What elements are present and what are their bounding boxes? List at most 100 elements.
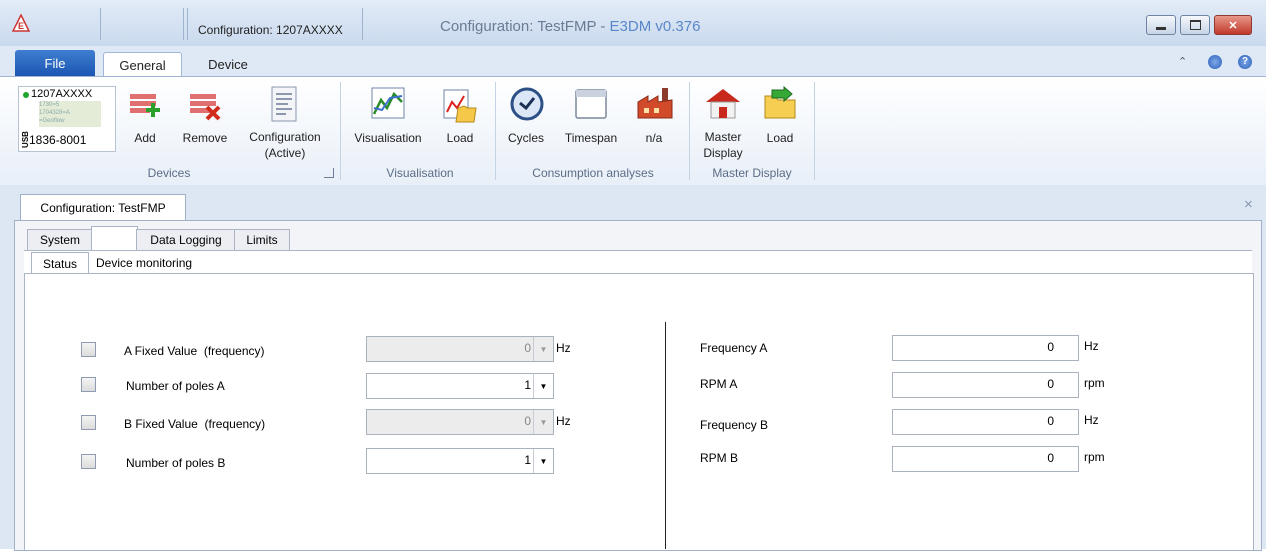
group-label-devices: Devices [147,166,191,180]
configuration-document-icon [268,86,302,127]
minimize-ribbon-icon[interactable]: ⌃ [1178,55,1192,69]
combo-poles-b[interactable]: 1 ▼ [366,448,554,474]
combo-value: 1 [524,453,531,467]
output-value: 0 [1047,414,1054,428]
display-label: Display [703,146,743,160]
info-icon[interactable] [1208,55,1222,69]
timespan-label: Timespan [564,131,618,145]
combo-value: 1 [524,378,531,392]
tab-status[interactable]: Status [31,252,89,274]
app-logo-icon[interactable]: E [11,13,31,32]
label-b-fixed: B Fixed Value (frequency) [124,417,266,431]
load-folder-icon [762,85,798,125]
label-rpm-a: RPM A [700,377,738,391]
remove-label: Remove [182,131,228,145]
subtab-strip [24,250,1252,274]
remove-button[interactable]: Remove [176,86,234,156]
label-frequency-b: Frequency B [700,418,769,432]
visualisation-label: Visualisation [354,131,422,145]
add-device-icon [128,88,162,125]
combo-a-fixed[interactable]: 0 ▼ [366,336,554,362]
qat-separator [183,8,184,40]
group-separator [340,82,341,180]
device-serial: 1207AXXXX [31,88,93,100]
tab-active-blank[interactable] [91,226,138,253]
checkbox-b-fixed[interactable] [81,415,96,430]
cycles-button[interactable]: Cycles [504,86,548,156]
lcd-line: 1730=5 [39,102,60,108]
na-button[interactable]: n/a [632,86,676,156]
label-a-fixed: A Fixed Value (frequency) [124,344,265,358]
device-model: 1836-8001 [29,133,87,147]
timespan-button[interactable]: 12 Timespan [558,86,624,201]
unit-hz: Hz [556,341,571,355]
group-label-consumption: Consumption analyses [532,166,654,180]
device-lcd: 1730=5 1704328=A =Geoflow [39,101,101,127]
configuration-label: Configuration [249,130,321,144]
chevron-down-icon: ▼ [533,374,553,398]
output-rpm-a: 0 [892,372,1079,398]
remove-device-icon [188,88,222,125]
column-divider [665,322,666,549]
output-value: 0 [1047,451,1054,465]
tab-file[interactable]: File [15,50,95,76]
maximize-icon [1189,20,1201,30]
add-label: Add [134,131,156,145]
configuration-button[interactable]: Configuration (Active) [240,86,330,166]
calendar-icon [573,86,609,125]
tab-data-logging[interactable]: Data Logging [136,229,236,250]
na-label: n/a [645,131,663,145]
visualisation-button[interactable]: Visualisation [348,86,428,156]
checkbox-poles-b[interactable] [81,454,96,469]
checkbox-a-fixed[interactable] [81,342,96,357]
tab-device[interactable]: Device [192,52,264,76]
tab-system[interactable]: System [27,229,93,250]
minimize-button[interactable] [1146,15,1176,35]
output-frequency-b: 0 [892,409,1079,435]
label-frequency-a: Frequency A [700,341,768,355]
master-display-house-icon [704,86,742,125]
document-tab[interactable]: Configuration: TestFMP [20,194,186,221]
add-button[interactable]: Add [125,86,165,156]
load-visualisation-button[interactable]: Load [438,86,482,156]
checkbox-poles-a[interactable] [81,377,96,392]
device-card[interactable]: 1207AXXXX 1730=5 1704328=A =Geoflow USB … [18,86,116,152]
visualisation-chart-icon [370,86,406,125]
load-master-display-button[interactable]: Load [758,85,802,156]
cycles-label: Cycles [507,131,544,145]
maximize-button[interactable] [1180,15,1210,35]
configuration-sub-label: (Active) [264,146,306,160]
dialog-launcher-icon[interactable] [324,168,334,178]
combo-b-fixed[interactable]: 0 ▼ [366,409,554,435]
tab-device-monitoring[interactable]: Device monitoring [96,256,192,270]
label-poles-a: Number of poles A [126,379,225,393]
chevron-down-icon: ▼ [533,410,553,434]
master-display-button[interactable]: Master Display [696,86,750,166]
label-rpm-b: RPM B [700,451,739,465]
load-master-label: Load [766,131,794,145]
ribbon-tab-row [0,46,1266,76]
qat-config-label: Configuration: 1207AXXXX [198,23,343,37]
factory-icon [636,86,674,125]
chevron-down-icon: ▼ [533,449,553,473]
close-document-icon[interactable]: × [1244,196,1253,213]
close-icon: ✕ [1228,19,1238,32]
unit-hz: Hz [1084,339,1099,353]
output-rpm-b: 0 [892,446,1079,472]
label-poles-b: Number of poles B [126,456,226,470]
combo-value: 0 [524,414,531,428]
help-icon[interactable]: ? [1238,55,1252,69]
output-value: 0 [1047,377,1054,391]
lcd-line: 1704328=A [39,110,70,116]
tab-limits[interactable]: Limits [234,229,290,250]
group-label-visualisation: Visualisation [386,166,454,180]
unit-rpm: rpm [1084,376,1105,390]
output-value: 0 [1047,340,1054,354]
output-frequency-a: 0 [892,335,1079,361]
close-window-button[interactable]: ✕ [1214,15,1252,35]
combo-value: 0 [524,341,531,355]
lcd-line: =Geoflow [39,118,65,124]
tab-general[interactable]: General [103,52,182,77]
combo-poles-a[interactable]: 1 ▼ [366,373,554,399]
status-dot-icon [23,92,29,98]
